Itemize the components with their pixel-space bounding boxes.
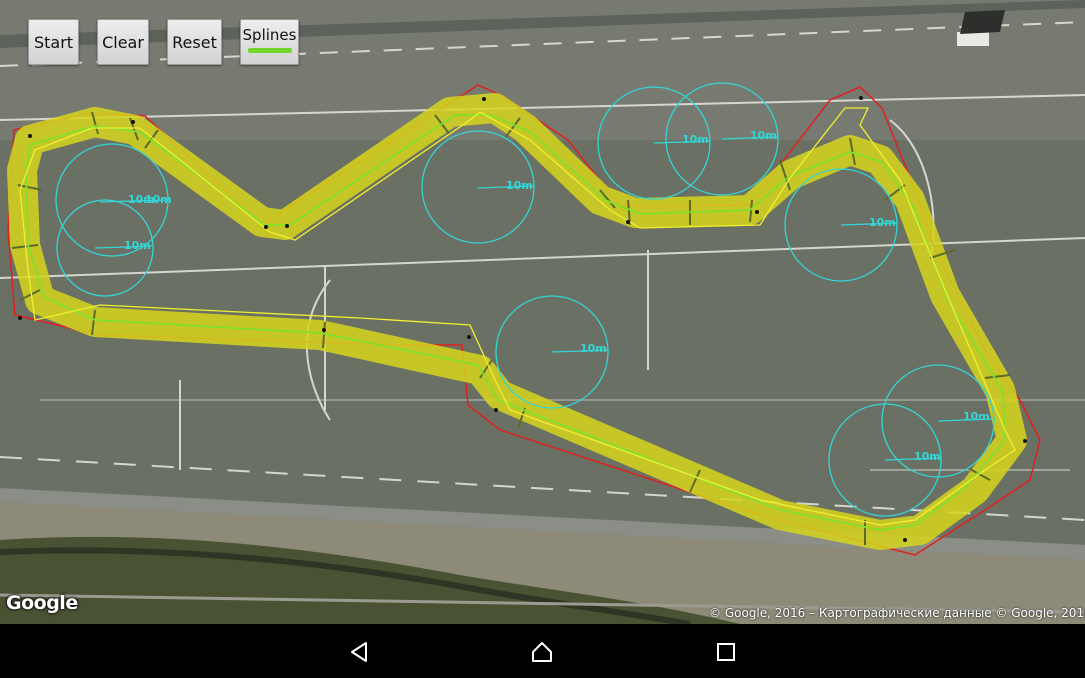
radius-label: 10m	[682, 133, 709, 146]
map-view[interactable]: 10m 10m 10m 10m 10m 10m 10m 10m 10m 10m …	[0, 0, 1085, 624]
radius-label: 10m	[124, 239, 151, 252]
back-triangle-icon[interactable]	[347, 640, 371, 664]
clear-button[interactable]: Clear	[97, 19, 149, 65]
google-logo: Google	[6, 592, 78, 614]
radius-label: 10m	[506, 179, 533, 192]
splines-toggle-button[interactable]: Splines	[240, 19, 299, 65]
vehicle-shadow	[960, 10, 1005, 34]
splines-label: Splines	[242, 25, 297, 44]
splines-on-indicator	[247, 47, 292, 53]
reset-button[interactable]: Reset	[167, 19, 222, 65]
vehicle	[957, 32, 989, 46]
radius-label: 10m	[580, 342, 607, 355]
toolbar: Start Clear Reset Splines	[0, 0, 320, 70]
satellite-map[interactable]: 10m 10m 10m 10m 10m 10m 10m 10m 10m 10m	[0, 0, 1085, 624]
home-icon[interactable]	[530, 640, 554, 664]
radius-label: 10m	[750, 129, 777, 142]
map-attribution[interactable]: © Google, 2016 – Картографические данные…	[709, 606, 1085, 620]
navigation-bar	[0, 624, 1085, 678]
radius-label: 10m	[914, 450, 941, 463]
recents-square-icon[interactable]	[714, 640, 738, 664]
radius-label: 10m	[963, 410, 990, 423]
radius-label: 10m	[869, 216, 896, 229]
start-button[interactable]: Start	[28, 19, 79, 65]
radius-label: 10m	[145, 193, 172, 206]
